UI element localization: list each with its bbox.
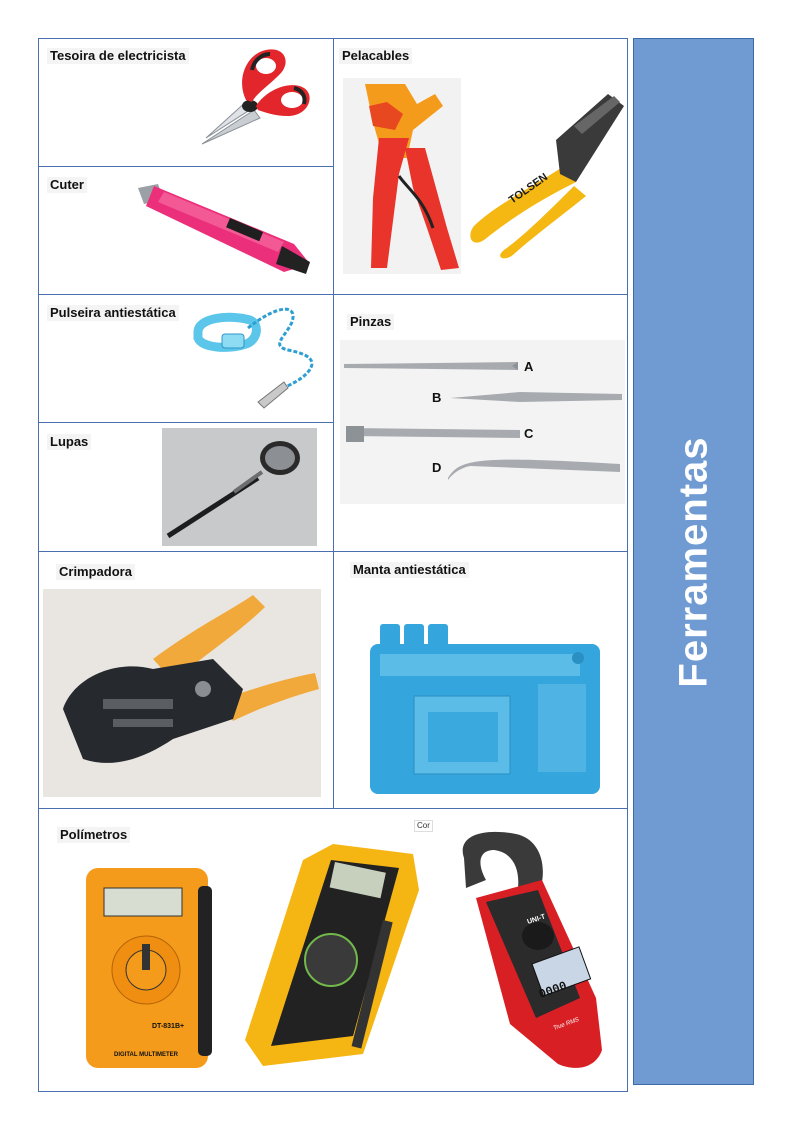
- grid-line: [38, 166, 333, 167]
- pelacables-label: Pelacables: [339, 48, 413, 64]
- wire-stripper-icon: [343, 78, 461, 274]
- grid-line: [38, 808, 628, 809]
- antistatic-mat-icon: [370, 624, 600, 794]
- side-title: Ferramentas: [671, 435, 715, 688]
- inspection-mirror-icon: [162, 428, 317, 546]
- multimeter-caption-text: DIGITAL MULTIMETER: [114, 1052, 179, 1058]
- clamp-meter-icon: 0000 UNI-T True RMS: [462, 831, 602, 1068]
- manta-label: Manta antiestática: [350, 562, 469, 578]
- lupas-label: Lupas: [47, 434, 92, 450]
- xl830l-multimeter-icon: [245, 844, 419, 1066]
- pulseira-label: Pulseira antiestática: [47, 305, 179, 321]
- grid-line: [38, 422, 333, 423]
- tweezer-letter-b: B: [432, 390, 441, 405]
- pinzas-label: Pinzas: [347, 314, 395, 330]
- tweezer-letter-d: D: [432, 460, 441, 475]
- crimping-tool-photo: [43, 589, 321, 797]
- cutter-knife-icon: [138, 184, 310, 274]
- side-banner: Ferramentas: [633, 38, 754, 1085]
- tweezers-set-image: A B C D: [340, 340, 625, 504]
- crimping-stripper-pliers-icon: TOLSEN: [470, 94, 624, 259]
- tesoira-label: Tesoira de electricista: [47, 48, 189, 64]
- scissors-icon: [201, 49, 310, 145]
- tweezer-letter-c: C: [524, 426, 534, 441]
- multimeter-model-text: DT-831B+: [152, 1023, 184, 1030]
- cuter-label: Cuter: [47, 177, 87, 193]
- corner-tag: Cor: [414, 820, 433, 832]
- grid-line: [333, 38, 334, 808]
- crimpadora-label: Crimpadora: [56, 564, 135, 580]
- polimetros-label: Polímetros: [57, 827, 131, 843]
- tweezer-letter-a: A: [524, 359, 534, 374]
- yellow-digital-multimeter-icon: DT-831B+ DIGITAL MULTIMETER: [86, 868, 212, 1068]
- antistatic-wrist-strap-icon: [193, 307, 314, 409]
